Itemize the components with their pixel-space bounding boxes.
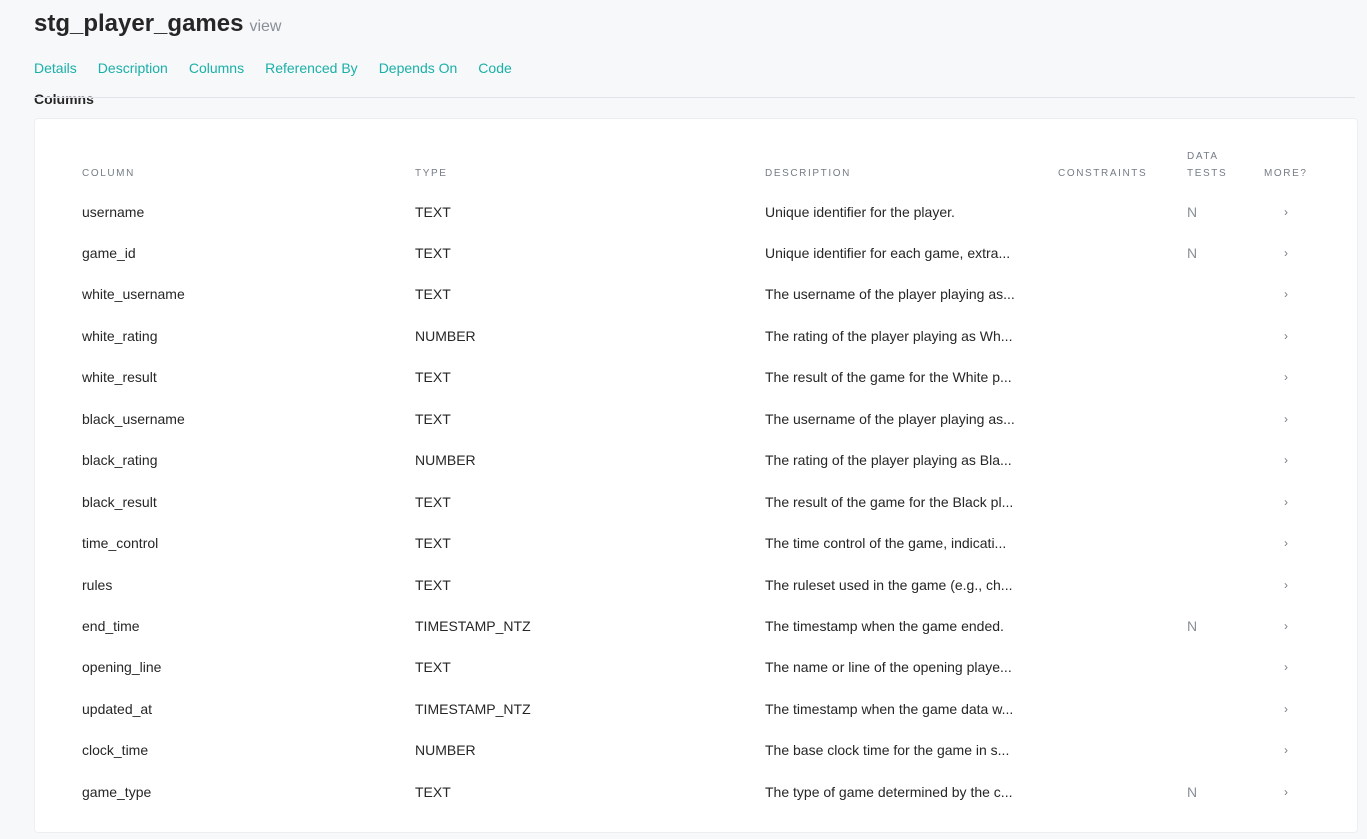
column-header-constraints: CONSTRAINTS: [1058, 168, 1148, 179]
column-description-cell: The result of the game for the Black pl.…: [765, 493, 1014, 510]
column-name-cell: clock_time: [82, 742, 149, 759]
table-row[interactable]: rules TEXT The ruleset used in the game (e…: [35, 564, 1357, 605]
chevron-right-icon[interactable]: ›: [1284, 536, 1288, 550]
tab-referenced-by[interactable]: Referenced By: [265, 60, 358, 76]
column-type-cell: TEXT: [415, 535, 451, 552]
column-header-more: MORE?: [1264, 168, 1308, 179]
table-row[interactable]: black_username TEXT The username of the pl…: [35, 398, 1357, 439]
table-row[interactable]: updated_at TIMESTAMP_NTZ The timestamp whe…: [35, 688, 1357, 729]
table-row[interactable]: clock_time NUMBER The base clock time for …: [35, 730, 1357, 771]
column-name-cell: time_control: [82, 535, 159, 552]
column-name-cell: game_id: [82, 244, 136, 261]
column-name-cell: username: [82, 203, 145, 220]
column-type-cell: NUMBER: [415, 452, 476, 469]
table-row[interactable]: white_rating NUMBER The rating of the play…: [35, 315, 1357, 356]
column-header-data-tests-line1: DATA: [1187, 151, 1219, 162]
column-type-cell: TEXT: [415, 369, 451, 386]
tab-details[interactable]: Details: [34, 60, 77, 76]
tab-description[interactable]: Description: [98, 60, 168, 76]
tab-columns[interactable]: Columns: [189, 60, 244, 76]
table-row[interactable]: black_rating NUMBER The rating of the play…: [35, 440, 1357, 481]
table-row[interactable]: username TEXT Unique identifier for the pl…: [35, 191, 1357, 232]
column-type-cell: TEXT: [415, 410, 451, 427]
column-description-cell: The name or line of the opening playe...: [765, 659, 1012, 676]
column-description-cell: The type of game determined by the c...: [765, 783, 1013, 800]
data-tests-cell: N: [1187, 203, 1198, 220]
chevron-right-icon[interactable]: ›: [1284, 495, 1288, 509]
column-type-cell: TEXT: [415, 659, 451, 676]
table-row[interactable]: time_control TEXT The time control of the …: [35, 523, 1357, 564]
column-type-cell: NUMBER: [415, 327, 476, 344]
column-description-cell: The timestamp when the game ended.: [765, 618, 1004, 634]
column-name-cell: white_rating: [82, 327, 158, 344]
chevron-right-icon[interactable]: ›: [1284, 287, 1288, 301]
tab-depends-on[interactable]: Depends On: [379, 60, 458, 76]
page-header: stg_player_games view: [34, 10, 281, 38]
columns-table-card: COLUMN TYPE DESCRIPTION CONSTRAINTS DATA…: [34, 118, 1358, 833]
column-type-cell: TEXT: [415, 244, 451, 261]
column-name-cell: opening_line: [82, 659, 162, 676]
column-description-cell: Unique identifier for each game, extra..…: [765, 244, 1011, 261]
column-description-cell: The time control of the game, indicati..…: [765, 535, 1007, 552]
column-description-cell: The base clock time for the game in s...: [765, 742, 1010, 759]
column-name-cell: black_rating: [82, 452, 158, 469]
chevron-right-icon[interactable]: ›: [1284, 453, 1288, 467]
column-name-cell: rules: [82, 576, 113, 593]
column-type-cell: TEXT: [415, 576, 451, 593]
column-type-cell: TEXT: [415, 493, 451, 510]
column-header-data-tests-line2: TESTS: [1187, 168, 1228, 179]
chevron-right-icon[interactable]: ›: [1284, 205, 1288, 219]
column-header-type: TYPE: [415, 168, 448, 179]
column-type-cell: NUMBER: [415, 742, 476, 759]
chevron-right-icon[interactable]: ›: [1284, 660, 1288, 674]
column-name-cell: game_type: [82, 783, 152, 800]
table-row[interactable]: end_time TIMESTAMP_NTZ The timestamp when …: [35, 606, 1357, 647]
chevron-right-icon[interactable]: ›: [1284, 246, 1288, 260]
column-name-cell: white_result: [82, 369, 157, 386]
column-type-cell: TEXT: [415, 203, 451, 220]
column-description-cell: The rating of the player playing as Bla.…: [765, 452, 1012, 469]
chevron-right-icon[interactable]: ›: [1284, 578, 1288, 592]
column-name-cell: black_result: [82, 493, 157, 510]
data-tests-cell: N: [1187, 783, 1198, 800]
chevron-right-icon[interactable]: ›: [1284, 370, 1288, 384]
column-type-cell: TEXT: [415, 286, 451, 303]
column-description-cell: The result of the game for the White p..…: [765, 369, 1012, 386]
table-row[interactable]: white_result TEXT The result of the game f…: [35, 357, 1357, 398]
chevron-right-icon[interactable]: ›: [1284, 785, 1288, 799]
column-description-cell: Unique identifier for the player.: [765, 203, 955, 220]
page-title: stg_player_games: [34, 10, 244, 37]
column-type-cell: TEXT: [415, 783, 451, 800]
chevron-right-icon[interactable]: ›: [1284, 619, 1288, 633]
column-name-cell: end_time: [82, 618, 140, 634]
resource-type-label: view: [249, 18, 282, 35]
column-description-cell: The username of the player playing as...: [765, 410, 1015, 427]
column-description-cell: The username of the player playing as...: [765, 286, 1015, 303]
table-row[interactable]: opening_line TEXT The name or line of the …: [35, 647, 1357, 688]
data-tests-cell: N: [1187, 244, 1198, 261]
column-type-cell: TIMESTAMP_NTZ: [415, 700, 531, 717]
table-row[interactable]: black_result TEXT The result of the game f…: [35, 481, 1357, 522]
table-row[interactable]: game_id TEXT Unique identifier for each ga…: [35, 232, 1357, 273]
column-name-cell: white_username: [82, 286, 185, 303]
column-description-cell: The timestamp when the game data w...: [765, 700, 1014, 717]
chevron-right-icon[interactable]: ›: [1284, 702, 1288, 716]
column-description-cell: The ruleset used in the game (e.g., ch..…: [765, 576, 1013, 593]
column-type-cell: TIMESTAMP_NTZ: [415, 618, 531, 634]
column-description-cell: The rating of the player playing as Wh..…: [765, 327, 1013, 344]
column-header-description: DESCRIPTION: [765, 168, 851, 179]
chevron-right-icon[interactable]: ›: [1284, 412, 1288, 426]
column-name-cell: updated_at: [82, 700, 153, 717]
tab-code[interactable]: Code: [478, 60, 511, 76]
column-header-column: COLUMN: [82, 168, 135, 179]
column-name-cell: black_username: [82, 410, 185, 427]
table-row[interactable]: white_username TEXT The username of the pl…: [35, 274, 1357, 315]
table-row[interactable]: game_type TEXT The type of game determined…: [35, 771, 1357, 812]
chevron-right-icon[interactable]: ›: [1284, 743, 1288, 757]
tabs-divider: [34, 97, 1355, 98]
data-tests-cell: N: [1187, 618, 1198, 634]
chevron-right-icon[interactable]: ›: [1284, 329, 1288, 343]
section-tabs: Details Description Columns Referenced B…: [34, 60, 533, 76]
